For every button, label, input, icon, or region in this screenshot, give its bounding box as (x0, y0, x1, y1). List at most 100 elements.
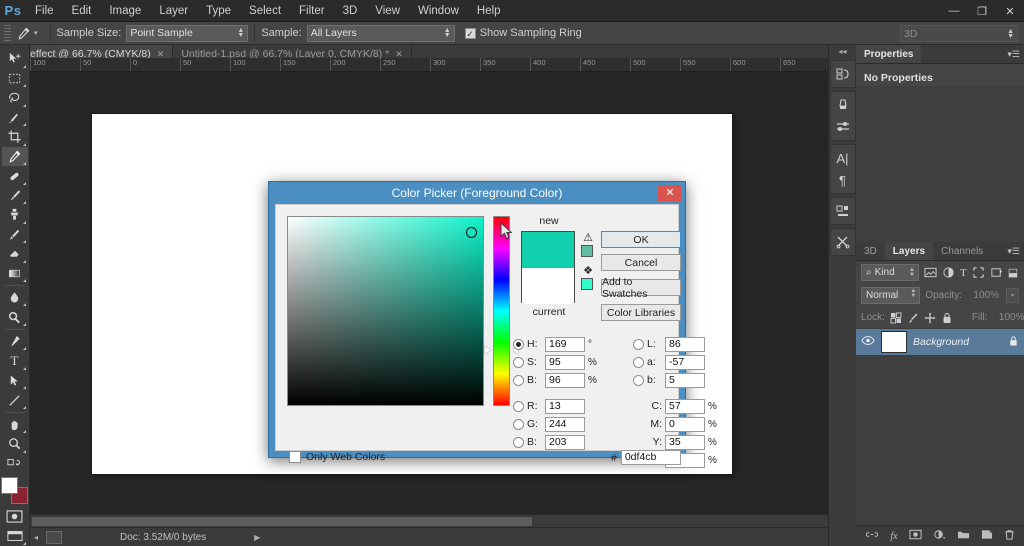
layer-name[interactable]: Background (913, 336, 1002, 348)
active-tool-preview[interactable]: ▾ (14, 26, 44, 41)
web-safe-color-swatch[interactable] (581, 278, 593, 290)
tab-properties[interactable]: Properties (856, 45, 922, 63)
lock-image-icon[interactable] (907, 312, 919, 324)
b-input[interactable]: 5 (665, 372, 705, 388)
menu-view[interactable]: View (366, 0, 409, 22)
cancel-button[interactable]: Cancel (601, 254, 681, 271)
color-libraries-button[interactable]: Color Libraries (601, 304, 681, 321)
restore-button[interactable]: ❐ (968, 0, 996, 22)
lightness-input[interactable]: 86 (665, 336, 705, 352)
dodge-tool[interactable] (2, 307, 28, 327)
radio-lightness[interactable] (633, 338, 644, 350)
hex-input[interactable]: 0df4cb (620, 450, 681, 465)
layer-row-background[interactable]: Background (856, 328, 1024, 356)
new-group-icon[interactable] (957, 529, 970, 543)
show-sampling-ring-checkbox[interactable]: ✓ Show Sampling Ring (464, 27, 587, 39)
path-selection-tool[interactable] (2, 371, 28, 391)
radio-red[interactable] (513, 400, 524, 412)
only-web-colors-checkbox[interactable]: Only Web Colors (289, 451, 385, 463)
menu-edit[interactable]: Edit (63, 0, 101, 22)
sample-select[interactable]: All Layers ▲ ▼ (306, 24, 455, 42)
menu-image[interactable]: Image (100, 0, 150, 22)
edit-toolbar-button[interactable] (2, 454, 28, 474)
horizontal-type-tool[interactable]: T (2, 351, 28, 371)
menu-help[interactable]: Help (468, 0, 510, 22)
layer-mask-icon[interactable] (909, 529, 922, 543)
fill-value[interactable]: 100% (992, 310, 1024, 325)
radio-green[interactable] (513, 418, 524, 430)
filter-toggle-icon[interactable]: ⬓ (1008, 266, 1018, 279)
magenta-input[interactable]: 0 (665, 416, 705, 432)
lock-all-icon[interactable] (941, 312, 953, 324)
opacity-chevron-icon[interactable]: ▾ (1006, 288, 1019, 303)
character-icon[interactable]: A| (831, 147, 855, 169)
lock-position-icon[interactable] (924, 312, 936, 324)
workspace-spinner-icon[interactable]: ▲ ▼ (1007, 28, 1014, 40)
zoom-tool[interactable] (2, 434, 28, 454)
quick-selection-tool[interactable] (2, 108, 28, 128)
color-picker-title-bar[interactable]: Color Picker (Foreground Color) ✕ (269, 182, 685, 204)
filter-type-icon[interactable]: T (960, 267, 967, 279)
blue-input[interactable]: 203 (545, 434, 585, 450)
layer-style-icon[interactable]: fx (890, 531, 897, 542)
horizontal-scroll-thumb[interactable] (32, 517, 532, 526)
workspace-switcher[interactable]: 3D ▲ ▼ (900, 25, 1018, 42)
saturation-brightness-field[interactable] (287, 216, 484, 406)
close-button[interactable]: ✕ (996, 0, 1024, 22)
minimize-button[interactable]: — (940, 0, 968, 22)
filter-image-icon[interactable] (924, 266, 937, 279)
eye-icon[interactable] (861, 335, 875, 349)
filter-smart-object-icon[interactable] (990, 266, 1003, 279)
brush-tool[interactable] (2, 186, 28, 206)
sample-size-spinner-icon[interactable]: ▲ ▼ (237, 27, 244, 39)
line-tool[interactable] (2, 390, 28, 410)
menu-filter[interactable]: Filter (290, 0, 334, 22)
color-comparison-swatch[interactable] (521, 231, 575, 304)
history-icon[interactable] (831, 63, 855, 85)
history-brush-tool[interactable] (2, 225, 28, 245)
tool-preset-chevron-icon[interactable]: ▾ (34, 29, 38, 37)
menu-layer[interactable]: Layer (150, 0, 197, 22)
a-input[interactable]: -57 (665, 354, 705, 370)
eyedropper-tool[interactable] (1, 146, 28, 166)
current-color-swatch[interactable] (522, 268, 574, 304)
options-bar-grip[interactable] (4, 25, 11, 41)
green-input[interactable]: 244 (545, 416, 585, 432)
rectangular-marquee-tool[interactable] (2, 69, 28, 89)
adjustment-layer-icon[interactable] (933, 529, 946, 543)
layer-filter-kind-select[interactable]: ⌕ Kind ▲ ▼ (861, 264, 919, 281)
status-expand-icon[interactable]: ◂ (34, 533, 38, 542)
crop-tool[interactable] (2, 127, 28, 147)
menu-file[interactable]: File (26, 0, 63, 22)
pen-tool[interactable] (2, 332, 28, 352)
menu-select[interactable]: Select (240, 0, 290, 22)
filter-shape-icon[interactable] (972, 266, 985, 279)
ok-button[interactable]: OK (601, 231, 681, 248)
opacity-value[interactable]: 100% (967, 288, 1001, 303)
new-layer-icon[interactable] (981, 529, 993, 543)
radio-blue[interactable] (513, 436, 524, 448)
cyan-input[interactable]: 57 (665, 398, 705, 414)
lock-icon[interactable] (1008, 335, 1019, 350)
add-to-swatches-button[interactable]: Add to Swatches (601, 276, 681, 300)
radio-hue[interactable] (513, 338, 524, 350)
color-picker-dialog[interactable]: Color Picker (Foreground Color) ✕ new cu… (268, 181, 717, 468)
hue-input[interactable]: 169 (545, 336, 585, 352)
move-tool[interactable] (2, 49, 28, 69)
brush-panel-icon[interactable] (831, 94, 855, 116)
brightness-input[interactable]: 96 (545, 372, 585, 388)
not-web-safe-warning-icon[interactable]: ❖ (580, 264, 596, 277)
chevron-down-icon[interactable]: ▲ ▼ (909, 267, 915, 278)
blend-mode-select[interactable]: Normal ▲ ▼ (861, 287, 921, 304)
red-input[interactable]: 13 (545, 398, 585, 414)
tab-channels[interactable]: Channels (933, 242, 992, 260)
gamut-safe-color-swatch[interactable] (581, 245, 593, 257)
link-layers-icon[interactable] (865, 529, 879, 543)
panel-menu-icon[interactable]: ▾☰ (1007, 49, 1020, 60)
color-swatches[interactable] (0, 477, 29, 505)
radio-saturation[interactable] (513, 356, 524, 368)
clone-stamp-tool[interactable] (2, 205, 28, 225)
status-menu-icon[interactable]: ▶ (254, 533, 260, 542)
sample-spinner-icon[interactable]: ▲ ▼ (444, 27, 451, 39)
expand-panels-icon[interactable]: ◂◂ (838, 47, 846, 56)
